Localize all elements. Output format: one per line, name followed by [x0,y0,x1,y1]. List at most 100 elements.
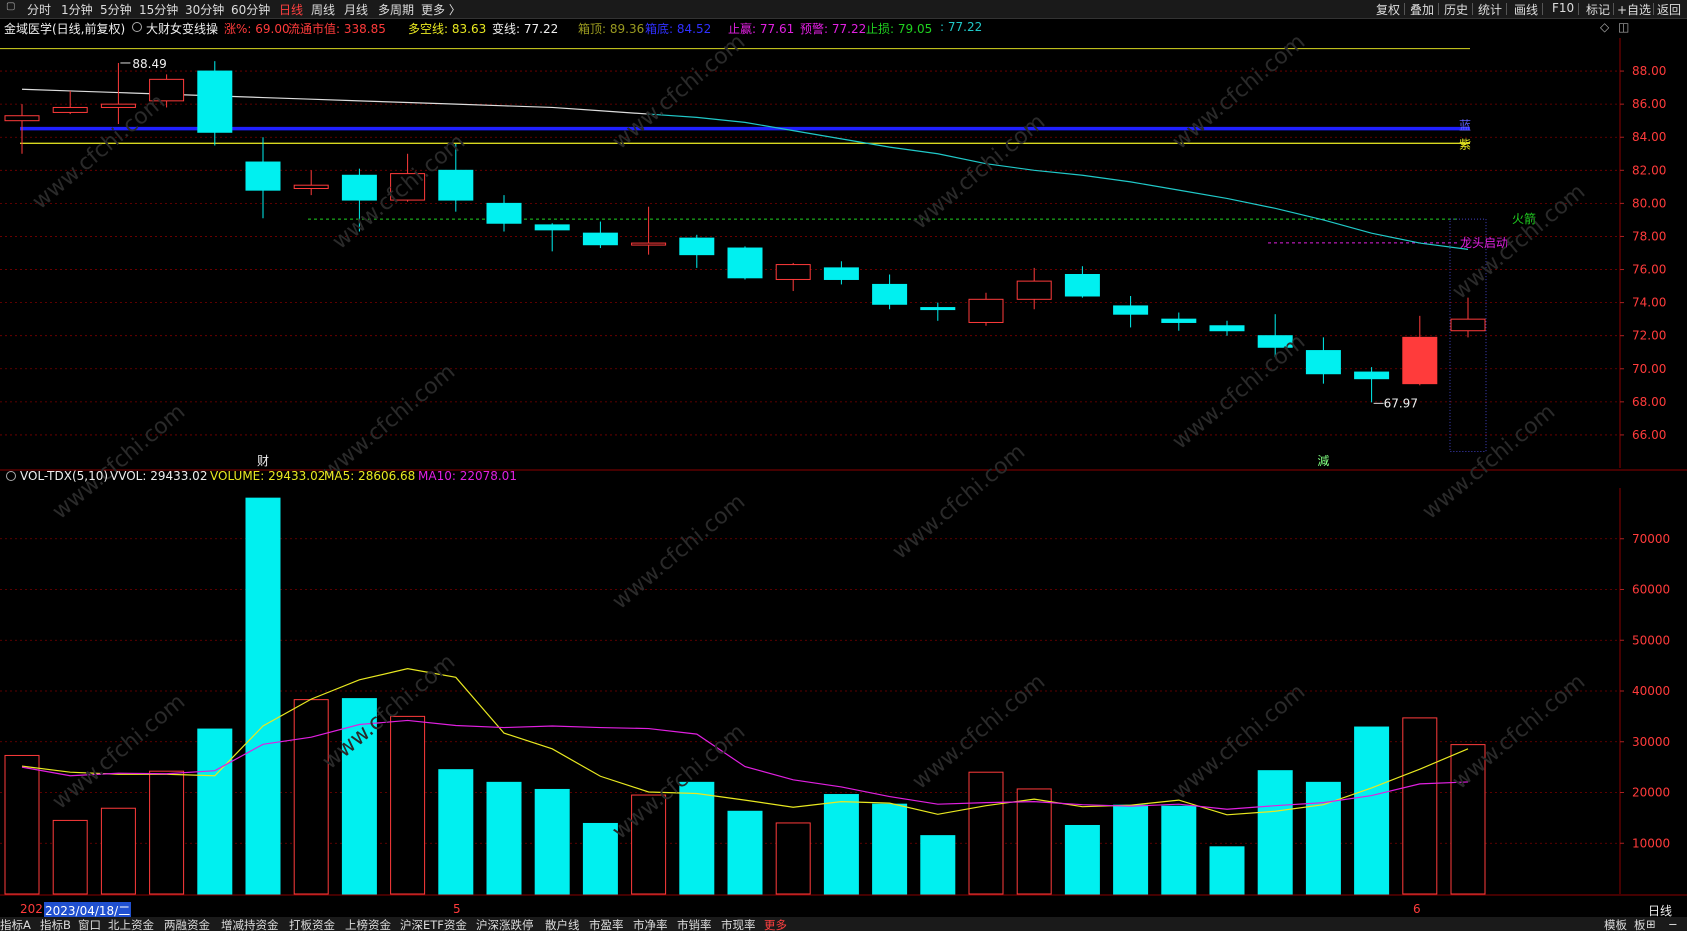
volume-bar [1016,788,1052,895]
tab-indicator-b[interactable]: 指标B [40,917,71,931]
tab-etf-fund[interactable]: 沪深ETF资金 [400,917,467,931]
volume-bar [390,715,426,895]
price-tick-label: 68.00 [1632,395,1666,409]
candle-body [775,264,811,280]
template-button[interactable]: 模板 [1604,917,1627,931]
tab-pcf[interactable]: 市现率 [721,917,756,931]
month-mark-6: 6 [1413,902,1421,916]
bottom-tab-bar: 指标A 指标B 窗口 北上资金 两融资金 增减持资金 打板资金 上榜资金 沪深E… [0,917,1687,931]
tab-pb[interactable]: 市净率 [633,917,668,931]
volume-bar [823,794,859,895]
candle-body [341,174,377,201]
candle-body [727,247,763,279]
candle-body [582,232,618,246]
watermark-text: www.cfchi.com [48,399,190,524]
ma10-value: MA10: 22078.01 [418,469,517,483]
volume-bar [1064,824,1100,895]
watermark-text: www.cfchi.com [28,89,170,214]
volume-bar [52,819,88,895]
watermark-text: www.cfchi.com [318,649,460,774]
volume-tick-label: 30000 [1632,735,1670,749]
annotations: 88.49 67.97 蓝 紫 火箭 龙头启动 财 減 [120,57,1536,468]
candle-body [534,224,570,231]
tab-margin[interactable]: 两融资金 [164,917,210,931]
volume-bar [1305,781,1341,895]
candle-body [1161,318,1197,323]
date-fragment: 202 [20,902,43,916]
tab-top-list[interactable]: 上榜资金 [345,917,391,931]
candle-body [438,169,474,201]
candle-body [486,202,522,224]
zoom-out-icon[interactable]: − [1668,917,1678,931]
price-tick-label: 76.00 [1632,263,1666,277]
volume-bar [293,699,329,895]
candle-body [1113,305,1149,315]
watermark-text: www.cfchi.com [888,439,1030,564]
candle-body [245,161,281,191]
volume-tick-label: 10000 [1632,836,1670,850]
candle-body [631,242,667,246]
jian-label: 減 [1317,453,1329,468]
tab-limit-board[interactable]: 打板资金 [289,917,335,931]
volume-title[interactable]: VOL-TDX(5,10) [20,469,108,483]
volume-bar [679,781,715,895]
volume-bar [100,807,136,895]
tab-northbound[interactable]: 北上资金 [108,917,154,931]
volume-tick-label: 20000 [1632,786,1670,800]
tab-holdings-change[interactable]: 增减持资金 [221,917,279,931]
watermark-text: www.cfchi.com [1448,669,1590,794]
watermark-text: www.cfchi.com [318,359,460,484]
volume-tick-label: 70000 [1632,532,1670,546]
watermark-text: www.cfchi.com [608,489,750,614]
candle-body [293,184,329,189]
candle-body [1402,336,1438,385]
tab-limit-up-down[interactable]: 沪深涨跌停 [476,917,534,931]
volume-bars [4,497,1486,895]
ma5-value: MA5: 28606.68 [324,469,416,483]
blue-line-label: 蓝 [1459,119,1471,133]
tab-ps[interactable]: 市销率 [677,917,712,931]
candle-body [4,115,40,122]
volume-value: VOLUME: 29433.02 [210,469,326,483]
watermark-text: www.cfchi.com [1418,399,1560,524]
moving-average-line [21,88,1469,250]
candle-body [197,70,233,133]
volume-bar [149,770,185,895]
volume-bar [197,728,233,895]
tab-window[interactable]: 窗口 [78,917,101,931]
candle-body [1016,280,1052,300]
candle-body [872,283,908,305]
candle-body [823,267,859,280]
volume-settings-icon[interactable] [6,471,16,481]
date-axis: 202 2023/04/18/二 5 6 日线 [0,902,1687,919]
candle-body [1064,274,1100,297]
yellow-line-label: 紫 [1459,137,1471,151]
price-tick-label: 82.00 [1632,163,1666,177]
candle-body [1354,371,1390,380]
tab-indicator-a[interactable]: 指标A [0,917,31,931]
volume-tick-label: 40000 [1632,684,1670,698]
kline-chart[interactable]: 88.00 86.00 84.00 82.00 80.00 78.00 76.00 74.00… [0,0,1687,902]
volume-bar [534,788,570,895]
price-tick-label: 78.00 [1632,229,1666,243]
price-tick-label: 88.00 [1632,64,1666,78]
volume-bar [1257,770,1293,895]
tab-retail-line[interactable]: 散户线 [545,917,580,931]
board-button[interactable]: 板 [1634,917,1646,931]
price-tick-label: 86.00 [1632,97,1666,111]
volume-bar [775,822,811,895]
volume-bar [1161,805,1197,895]
candle-body [1305,350,1341,375]
volume-bar [727,810,763,895]
volume-bar [1113,804,1149,895]
zoom-in-icon[interactable]: ⊞ [1646,917,1656,931]
price-tick-label: 84.00 [1632,130,1666,144]
volume-axis: 70000 60000 50000 40000 30000 20000 10000 [1632,532,1670,851]
volume-bar [4,754,40,895]
volume-bar [872,803,908,895]
volume-bar [968,771,1004,895]
tab-pe[interactable]: 市盈率 [589,917,624,931]
tab-more-bottom[interactable]: 更多 [764,917,787,931]
candle-body [100,103,136,108]
price-tick-label: 72.00 [1632,329,1666,343]
